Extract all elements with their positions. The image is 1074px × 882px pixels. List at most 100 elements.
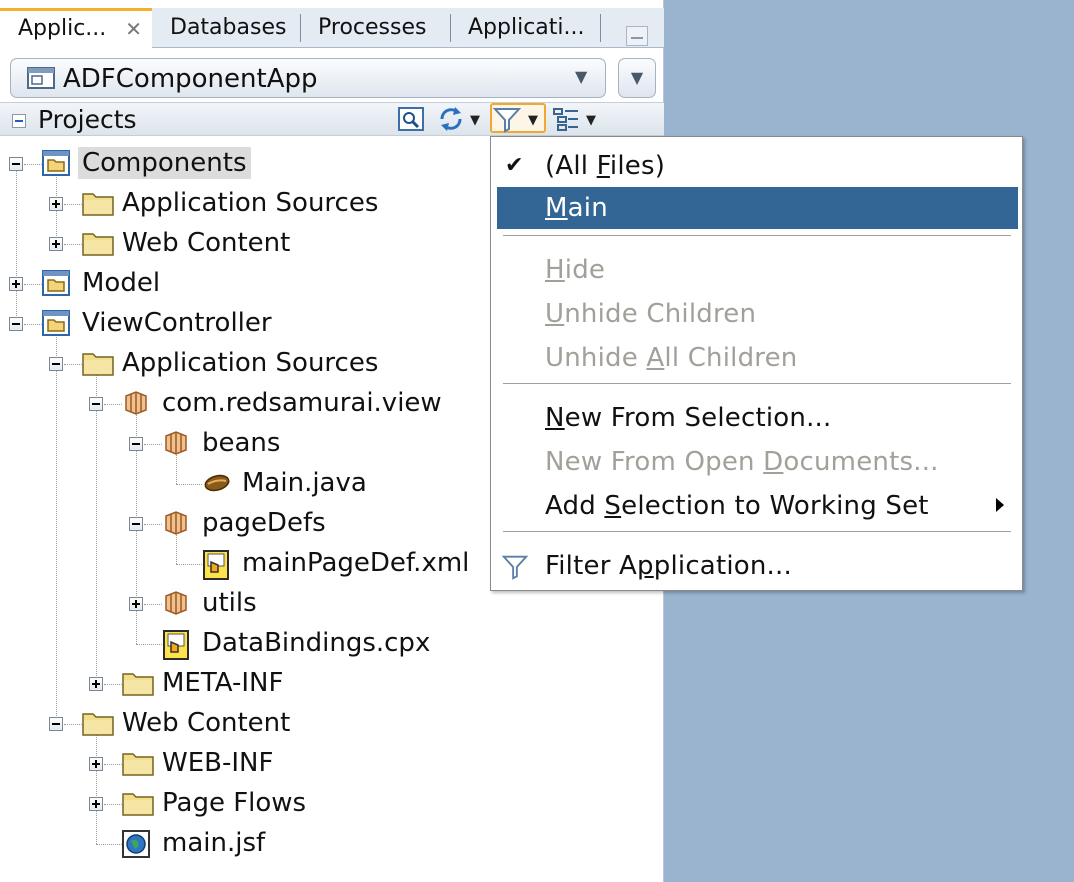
collapse-icon[interactable] — [89, 397, 103, 411]
package-icon — [162, 430, 190, 460]
collapse-icon[interactable] — [129, 517, 143, 531]
tree-node-label[interactable]: Web Content — [122, 227, 290, 259]
collapse-icon[interactable] — [49, 357, 63, 371]
tree-node-label[interactable]: main.jsf — [162, 827, 265, 859]
tree-node-label[interactable]: Page Flows — [162, 787, 306, 819]
chevron-down-icon: ▼ — [528, 113, 538, 128]
tree-connector — [24, 164, 42, 165]
tree-connector — [64, 204, 82, 205]
folder-icon — [122, 670, 154, 700]
chevron-down-icon: ▼ — [630, 68, 644, 87]
expand-icon[interactable] — [9, 277, 23, 291]
tree-connector — [104, 404, 122, 405]
tree-connector — [96, 372, 97, 684]
project-icon — [42, 150, 70, 180]
sync-icon — [440, 107, 462, 131]
close-icon[interactable]: ✕ — [125, 11, 142, 47]
menu-item-label: New From Open Documents... — [545, 447, 939, 477]
menu-item-hide: Hide — [497, 249, 1018, 291]
menu-item-label: Main — [545, 193, 608, 223]
package-icon — [162, 510, 190, 540]
search-icon — [398, 107, 424, 131]
tab-databases[interactable]: Databases — [152, 8, 300, 48]
menu-item-label: Unhide Children — [545, 299, 757, 329]
filter-button[interactable]: ▼ — [490, 103, 546, 133]
tree-node-label[interactable]: beans — [202, 427, 280, 459]
menu-item-add-selection-to-working-set[interactable]: Add Selection to Working Set — [497, 485, 1018, 527]
tab-applications[interactable]: Applic... ✕ — [0, 8, 152, 48]
tree-connector — [144, 524, 162, 525]
folder-icon — [82, 350, 114, 380]
tree-connector — [136, 644, 162, 645]
expand-icon[interactable] — [89, 677, 103, 691]
project-icon — [42, 310, 70, 340]
tree-node-label[interactable]: WEB-INF — [162, 747, 273, 779]
expand-icon[interactable] — [89, 797, 103, 811]
collapse-icon[interactable] — [9, 317, 23, 331]
tree-node-label[interactable]: Application Sources — [122, 187, 378, 219]
tree-node-label[interactable]: Model — [82, 267, 160, 299]
expand-icon[interactable] — [49, 237, 63, 251]
menu-item-unhide-children: Unhide Children — [497, 293, 1018, 335]
tree-node-label[interactable]: Web Content — [122, 707, 290, 739]
options-button[interactable]: ▼ — [552, 105, 602, 135]
menu-item-filter-application[interactable]: Filter Application... — [497, 545, 1018, 587]
chevron-down-icon: ▼ — [575, 67, 588, 86]
collapse-icon[interactable] — [9, 157, 23, 171]
tree-node-label[interactable]: com.redsamurai.view — [162, 387, 442, 419]
tree-connector — [64, 724, 82, 725]
collapse-icon[interactable] — [49, 717, 63, 731]
pagedef-file-icon — [162, 630, 190, 664]
application-selector[interactable]: ADFComponentApp ▼ — [10, 58, 606, 98]
tree-connector — [104, 684, 122, 685]
web-page-icon — [122, 830, 150, 862]
tree-connector — [16, 164, 17, 324]
tab-application-resources[interactable]: Applicati... — [450, 8, 600, 48]
sync-button[interactable]: ▼ — [436, 105, 486, 135]
tree-node-label[interactable]: DataBindings.cpx — [202, 627, 430, 659]
java-bean-icon — [202, 470, 232, 500]
tab-processes[interactable]: Processes — [300, 8, 450, 48]
tree-node-label[interactable]: ViewController — [82, 307, 272, 339]
tree-connector — [64, 244, 82, 245]
checkmark-icon: ✔ — [505, 153, 524, 178]
expand-icon[interactable] — [89, 757, 103, 771]
package-icon — [162, 590, 190, 620]
tree-connector — [144, 604, 162, 605]
expand-icon[interactable] — [49, 197, 63, 211]
submenu-arrow-icon — [996, 498, 1004, 512]
minimize-icon[interactable] — [626, 26, 648, 46]
collapse-icon[interactable] — [12, 114, 26, 128]
tree-node-label[interactable]: utils — [202, 587, 257, 619]
tree-connector — [64, 364, 82, 365]
tree-node-label[interactable]: mainPageDef.xml — [242, 547, 469, 579]
application-menu-button[interactable]: ▼ — [618, 58, 656, 98]
collapse-icon[interactable] — [129, 437, 143, 451]
filter-icon — [501, 553, 529, 585]
tree-connector — [176, 564, 202, 565]
tree-node-label[interactable]: Main.java — [242, 467, 367, 499]
tree-connector — [96, 732, 97, 844]
folder-icon — [82, 230, 114, 260]
tree-node-label[interactable]: pageDefs — [202, 507, 326, 539]
projects-label: Projects — [38, 105, 137, 134]
tree-connector — [96, 844, 122, 845]
menu-item-new-from-selection[interactable]: New From Selection... — [497, 397, 1018, 439]
tab-label: Databases — [170, 15, 287, 40]
menu-item-label: Filter Application... — [545, 551, 792, 581]
tree-node-label[interactable]: Application Sources — [122, 347, 378, 379]
tree-connector — [24, 324, 42, 325]
menu-separator — [503, 235, 1011, 237]
menu-item-main[interactable]: Main — [497, 187, 1018, 229]
package-icon — [122, 390, 150, 420]
tree-node-label[interactable]: Components — [78, 147, 251, 179]
tree-node-label[interactable]: META-INF — [162, 667, 283, 699]
options-icon — [553, 108, 578, 131]
tab-label: Processes — [318, 15, 427, 40]
menu-item-label: New From Selection... — [545, 403, 832, 433]
menu-item-all-files[interactable]: ✔ (All Files) — [497, 145, 1018, 187]
expand-icon[interactable] — [129, 597, 143, 611]
search-button[interactable] — [398, 105, 424, 135]
menu-item-new-from-open-documents: New From Open Documents... — [497, 441, 1018, 483]
tab-label: Applicati... — [468, 15, 585, 40]
